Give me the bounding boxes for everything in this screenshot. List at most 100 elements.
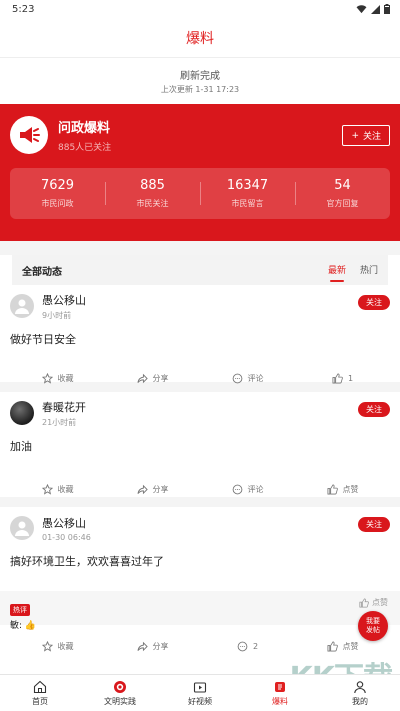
signal-icon — [371, 4, 380, 14]
share-label: 分享 — [152, 373, 169, 383]
post-item: 春暖花开 21小时前 关注 加油 收藏 分享 评论 点赞 — [0, 392, 400, 497]
stat-label: 市民问政 — [41, 199, 74, 208]
status-time: 5:23 — [12, 3, 35, 15]
comment-button[interactable]: 2 — [218, 641, 278, 652]
feed-tabs: 全部动态 最新 热门 — [12, 255, 388, 285]
like-button[interactable]: 点赞 — [313, 484, 373, 495]
like-label: 1 — [347, 373, 354, 383]
stat-citizen-message[interactable]: 16347 市民留言 — [200, 168, 295, 219]
collect-button[interactable]: 收藏 — [28, 640, 88, 652]
fab-line1: 我要 — [366, 617, 380, 625]
star-icon — [41, 372, 53, 384]
title-bar: 爆料 — [0, 18, 400, 58]
post-actions: 收藏 分享 2 点赞 — [10, 637, 390, 655]
hot-comment-like-button[interactable]: 点赞 — [359, 597, 388, 608]
divider — [0, 497, 400, 507]
thumbs-up-icon — [327, 484, 338, 494]
stat-label: 市民关注 — [136, 199, 169, 208]
stat-citizen-inquiry[interactable]: 7629 市民问政 — [10, 168, 105, 219]
post-time: 9小时前 — [42, 310, 72, 320]
refresh-indicator: 刷新完成 上次更新 1-31 17:23 — [0, 58, 400, 104]
battery-icon — [384, 4, 390, 14]
post-compose-button[interactable]: 我要 发帖 — [358, 611, 388, 641]
nav-baoliao[interactable]: 爆料 — [240, 675, 320, 711]
post-author[interactable]: 愚公移山 — [42, 292, 86, 308]
emblem-icon — [114, 680, 126, 693]
bottom-nav: 首页 文明实践 好视频 爆料 我的 — [0, 674, 400, 711]
channel-stats: 7629 市民问政 885 市民关注 16347 市民留言 54 官方回复 — [10, 168, 390, 219]
refresh-last-update: 上次更新 1-31 17:23 — [160, 85, 240, 94]
nav-label: 首页 — [32, 696, 48, 706]
divider — [0, 241, 400, 255]
channel-followers: 885人已关注 — [58, 143, 112, 153]
post-follow-button[interactable]: 关注 — [358, 295, 390, 310]
like-label: 点赞 — [342, 641, 359, 651]
nav-video[interactable]: 好视频 — [160, 675, 240, 711]
refresh-status: 刷新完成 — [180, 71, 220, 82]
channel-name: 问政爆料 — [58, 121, 111, 136]
star-icon — [41, 640, 53, 652]
like-button[interactable]: 1 — [313, 373, 373, 384]
nav-mine[interactable]: 我的 — [320, 675, 400, 711]
nav-civilization[interactable]: 文明实践 — [80, 675, 160, 711]
stat-value: 7629 — [40, 178, 75, 193]
video-icon — [193, 681, 207, 693]
channel-follow-button[interactable]: + 关注 — [342, 125, 390, 146]
post-content[interactable]: 加油 — [10, 438, 390, 454]
post-author[interactable]: 春暖花开 — [42, 399, 86, 415]
avatar[interactable] — [10, 516, 34, 540]
stat-value: 54 — [334, 178, 351, 193]
feed-all-label: 全部动态 — [22, 266, 62, 278]
stat-label: 官方回复 — [326, 199, 359, 208]
post-time: 01-30 06:46 — [42, 532, 91, 542]
stat-value: 16347 — [226, 178, 269, 193]
tab-latest[interactable]: 最新 — [328, 263, 346, 282]
collect-button[interactable]: 收藏 — [28, 372, 88, 384]
avatar[interactable] — [10, 401, 34, 425]
hot-comment-badge: 热评 — [10, 604, 30, 616]
post-author[interactable]: 愚公移山 — [42, 515, 91, 531]
page-title: 爆料 — [186, 30, 214, 47]
comment-button[interactable]: 评论 — [218, 373, 278, 384]
share-button[interactable]: 分享 — [123, 373, 183, 384]
thumbs-up-icon — [332, 373, 343, 383]
post-content[interactable]: 搞好环境卫生，欢欢喜喜过年了 — [10, 553, 390, 569]
share-label: 分享 — [152, 484, 169, 494]
collect-button[interactable]: 收藏 — [28, 483, 88, 495]
comment-label: 评论 — [247, 373, 264, 383]
post-item: 愚公移山 01-30 06:46 关注 搞好环境卫生，欢欢喜喜过年了 热评 敏:… — [0, 507, 400, 653]
stat-citizen-follow[interactable]: 885 市民关注 — [105, 168, 200, 219]
like-button[interactable]: 点赞 — [313, 641, 373, 652]
nav-home[interactable]: 首页 — [0, 675, 80, 711]
share-button[interactable]: 分享 — [123, 484, 183, 495]
post-follow-button[interactable]: 关注 — [358, 517, 390, 532]
tab-hot[interactable]: 热门 — [360, 263, 378, 278]
fab-line2: 发帖 — [366, 626, 380, 634]
channel-follow-label: 关注 — [362, 132, 381, 142]
post-content[interactable]: 做好节日安全 — [10, 331, 390, 347]
post-item: 愚公移山 9小时前 关注 做好节日安全 收藏 分享 评论 1 — [0, 285, 400, 384]
avatar[interactable] — [10, 294, 34, 318]
share-icon — [136, 641, 148, 651]
wifi-icon — [356, 4, 367, 13]
share-icon — [136, 373, 148, 383]
nav-label: 文明实践 — [104, 696, 136, 706]
nav-label: 好视频 — [188, 696, 212, 706]
horn-icon — [10, 116, 48, 154]
hot-comment-like-label: 点赞 — [372, 598, 388, 607]
stat-official-reply[interactable]: 54 官方回复 — [295, 168, 390, 219]
hot-comment[interactable]: 热评 敏: 👍 点赞 — [0, 591, 400, 631]
share-button[interactable]: 分享 — [123, 641, 183, 652]
hot-comment-author: 敏: — [10, 621, 23, 631]
comment-button[interactable]: 评论 — [218, 484, 278, 495]
post-follow-button[interactable]: 关注 — [358, 402, 390, 417]
plus-icon: + — [351, 130, 359, 141]
stat-label: 市民留言 — [231, 199, 264, 208]
star-icon — [41, 483, 53, 495]
comment-icon — [232, 373, 242, 383]
user-icon — [354, 680, 366, 693]
stat-value: 885 — [140, 178, 165, 193]
baoliao-icon — [275, 681, 285, 692]
like-label: 点赞 — [342, 484, 359, 494]
comment-label: 2 — [252, 641, 259, 651]
